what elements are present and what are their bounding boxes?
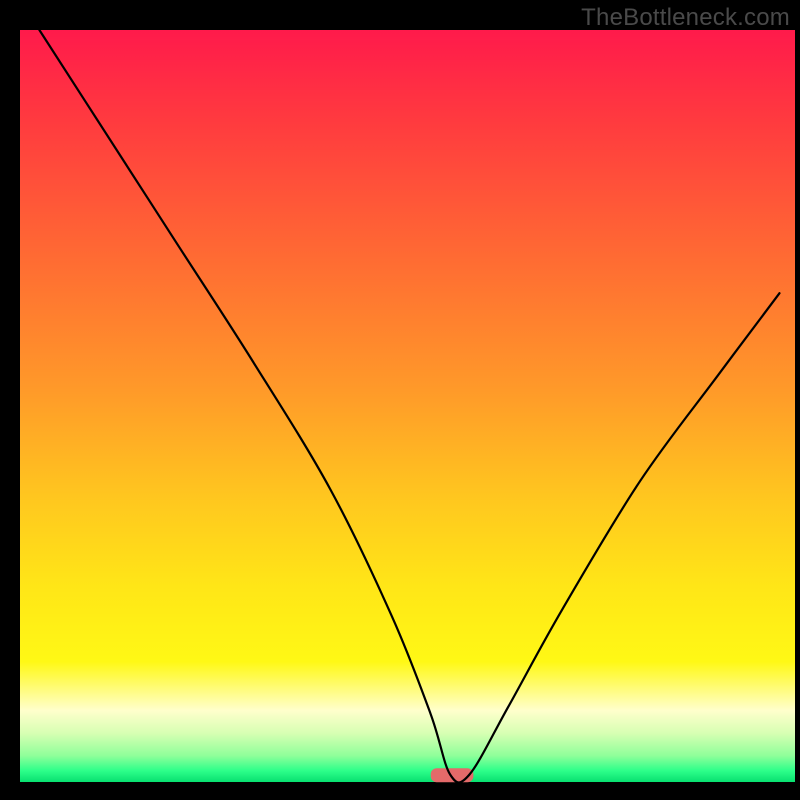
plot-background — [20, 30, 795, 782]
watermark-label: TheBottleneck.com — [581, 4, 790, 32]
bottleneck-chart — [0, 0, 800, 800]
chart-frame: TheBottleneck.com — [0, 0, 800, 800]
sweet-spot-marker — [431, 768, 474, 782]
